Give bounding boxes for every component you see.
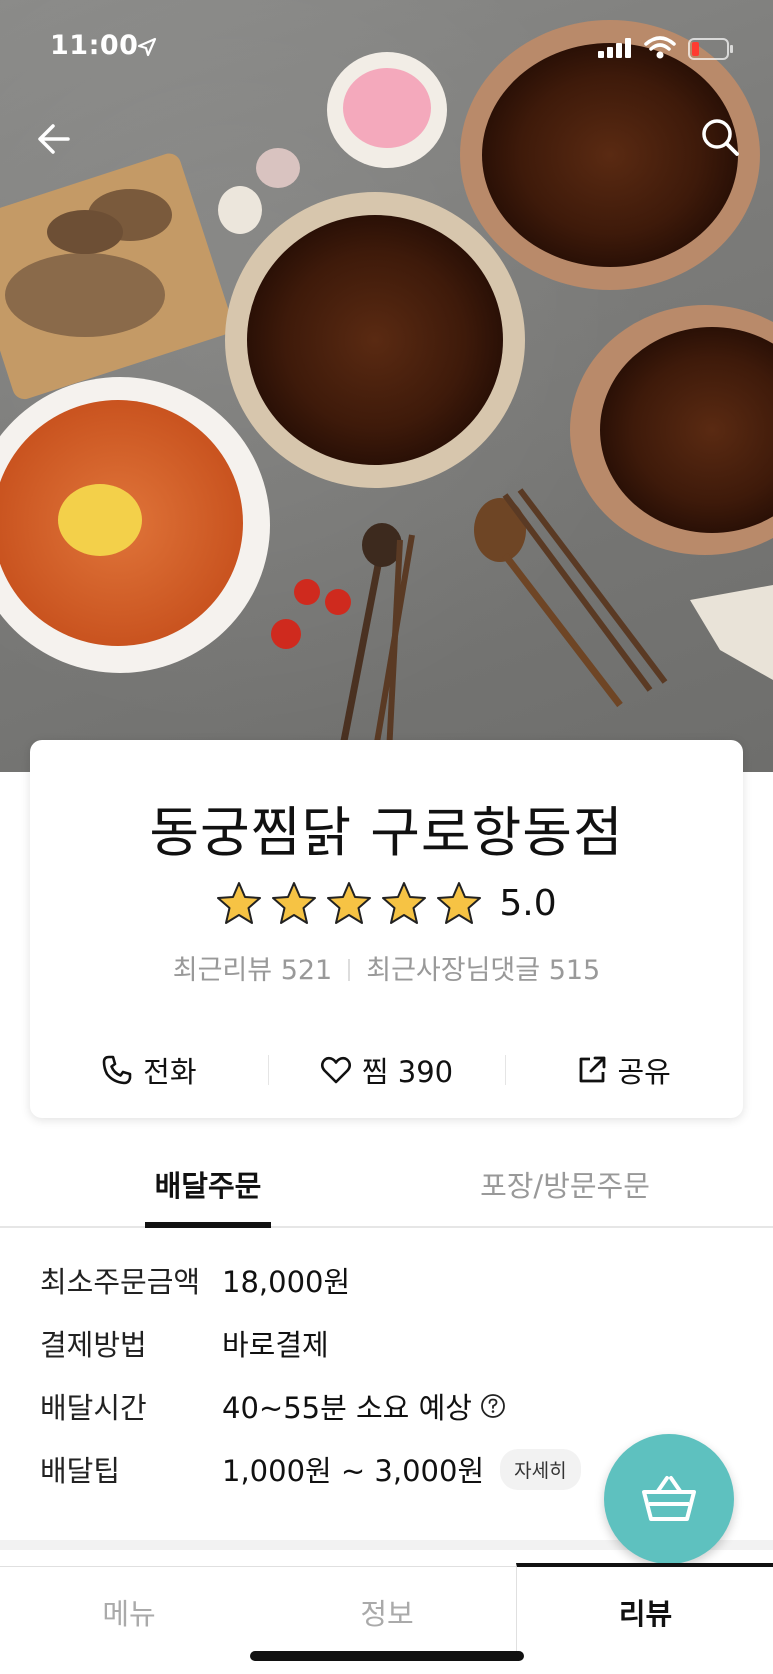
store-info-card: 동궁찜닭 구로항동점 5.0 최근리뷰 521 최근사장님댓글 515 전화 찜 … <box>30 740 743 1118</box>
tab-info[interactable]: 정보 <box>258 1567 516 1657</box>
review-stats: 최근리뷰 521 최근사장님댓글 515 <box>30 948 743 987</box>
back-arrow-icon[interactable] <box>32 116 78 162</box>
tab-delivery-order[interactable]: 배달주문 <box>145 1142 271 1228</box>
battery-icon <box>688 38 733 60</box>
star-icon <box>382 882 427 924</box>
tab-menu[interactable]: 메뉴 <box>0 1567 258 1657</box>
question-circle-icon[interactable] <box>480 1393 506 1419</box>
star-icon <box>437 882 482 924</box>
status-time: 11:00 <box>50 30 139 61</box>
share-label: 공유 <box>617 1055 671 1089</box>
star-icon <box>327 882 372 924</box>
heart-icon <box>320 1056 351 1084</box>
delivery-tip-key: 배달팁 <box>40 1454 121 1488</box>
stats-divider <box>348 959 351 981</box>
payment-value: 바로결제 <box>222 1328 329 1362</box>
detail-button[interactable]: 자세히 <box>500 1448 581 1490</box>
cart-button[interactable] <box>604 1434 734 1564</box>
tab-pickup-order[interactable]: 포장/방문주문 <box>460 1142 670 1226</box>
like-label: 찜 390 <box>361 1055 454 1089</box>
status-bar: 11:00 <box>0 0 773 96</box>
basket-icon <box>642 1476 696 1521</box>
delivery-time-key: 배달시간 <box>40 1391 147 1425</box>
phone-icon <box>102 1055 132 1085</box>
home-indicator <box>250 1651 524 1661</box>
share-button[interactable]: 공유 <box>505 1040 743 1100</box>
like-button[interactable]: 찜 390 <box>267 1040 506 1100</box>
wifi-icon <box>644 36 676 59</box>
tab-review[interactable]: 리뷰 <box>516 1563 773 1657</box>
delivery-tip-value-wrap: 1,000원 ~ 3,000원 자세히 <box>222 1448 581 1490</box>
cellular-signal-icon <box>598 38 631 58</box>
min-order-key: 최소주문금액 <box>40 1265 201 1299</box>
delivery-tip-value: 1,000원 ~ 3,000원 <box>222 1454 485 1488</box>
min-order-row: 최소주문금액 18,000원 <box>40 1260 350 1300</box>
share-icon <box>580 1056 606 1083</box>
delivery-time-value-wrap: 40~55분 소요 예상 <box>222 1385 506 1427</box>
payment-row: 결제방법 바로결제 <box>40 1323 329 1363</box>
recent-reviews-count[interactable]: 최근리뷰 521 <box>173 955 332 986</box>
food-illustration <box>0 20 773 772</box>
hero-food-photo: 11:00 <box>0 0 773 772</box>
star-icon <box>217 882 262 924</box>
delivery-time-value: 40~55분 소요 예상 <box>222 1391 472 1425</box>
min-order-value: 18,000원 <box>222 1265 351 1299</box>
search-icon[interactable] <box>697 114 743 160</box>
rating-value: 5.0 <box>499 882 557 924</box>
payment-key: 결제방법 <box>40 1328 147 1362</box>
owner-replies-count[interactable]: 최근사장님댓글 515 <box>366 955 600 986</box>
call-button[interactable]: 전화 <box>30 1040 268 1100</box>
delivery-tip-row: 배달팁 1,000원 ~ 3,000원 자세히 <box>40 1448 581 1490</box>
location-arrow-icon <box>137 37 157 57</box>
rating-row: 5.0 <box>30 878 743 928</box>
order-type-tabs: 배달주문 포장/방문주문 <box>0 1142 773 1228</box>
star-icon <box>272 882 317 924</box>
store-name: 동궁찜닭 구로항동점 <box>149 801 624 864</box>
delivery-time-row: 배달시간 40~55분 소요 예상 <box>40 1386 506 1426</box>
store-actions: 전화 찜 390 공유 <box>30 1040 743 1100</box>
call-label: 전화 <box>143 1055 197 1089</box>
